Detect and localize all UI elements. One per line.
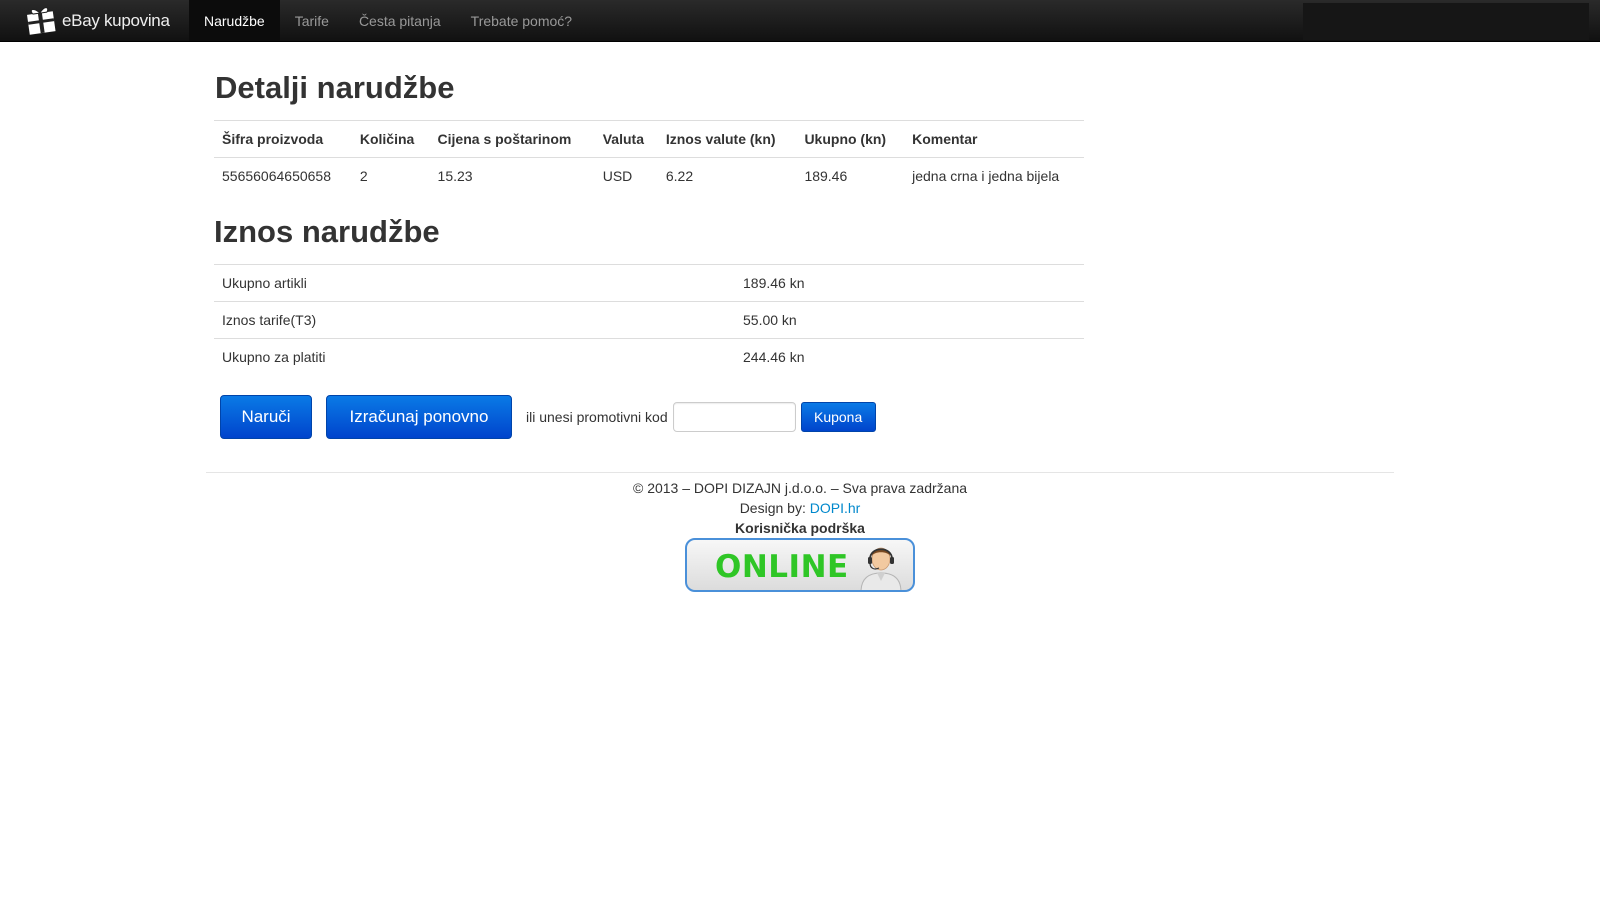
- brand-link[interactable]: eBay kupovina: [24, 4, 170, 38]
- nav-item-tarife[interactable]: Tarife: [280, 0, 344, 41]
- table-row: 55656064650658 2 15.23 USD 6.22 189.46 j…: [214, 157, 1084, 195]
- promo-code-input[interactable]: [672, 402, 796, 432]
- online-support-badge[interactable]: ONLINE: [685, 538, 915, 592]
- support-title: Korisnička podrška: [735, 520, 865, 536]
- col-header-price-shipping: Cijena s poštarinom: [429, 120, 595, 158]
- top-navbar: eBay kupovina Narudžbe Tarife Česta pita…: [0, 0, 1600, 42]
- gift-box-icon: [27, 7, 56, 35]
- amount-label-grand-total: Ukupno za platiti: [214, 338, 735, 376]
- cell-currency: USD: [594, 157, 658, 195]
- main-nav: Narudžbe Tarife Česta pitanja Trebate po…: [189, 0, 587, 41]
- order-amount-heading: Iznos narudžbe: [214, 214, 440, 249]
- cell-total: 189.46: [796, 157, 905, 195]
- table-row: Iznos tarife(T3) 55.00 kn: [214, 301, 1084, 339]
- order-details-table: Šifra proizvoda Količina Cijena s poštar…: [214, 120, 1084, 195]
- nav-item-trebate-pomoc[interactable]: Trebate pomoć?: [456, 0, 587, 41]
- promo-code-label: ili unesi promotivni kod: [526, 409, 668, 425]
- cell-price-shipping: 15.23: [429, 157, 595, 195]
- nav-item-cesta-pitanja[interactable]: Česta pitanja: [344, 0, 456, 41]
- col-header-currency: Valuta: [594, 120, 658, 158]
- footer-copyright: © 2013 – DOPI DIZAJN j.d.o.o. – Sva prav…: [632, 480, 968, 496]
- cell-product-code: 55656064650658: [214, 157, 352, 195]
- col-header-quantity: Količina: [351, 120, 430, 158]
- cell-comment: jedna crna i jedna bijela: [904, 157, 1084, 195]
- order-details-heading: Detalji narudžbe: [215, 70, 455, 105]
- amount-label-items-total: Ukupno artikli: [214, 264, 735, 302]
- design-credit-prefix: Design by:: [739, 500, 810, 516]
- amount-label-tariff: Iznos tarife(T3): [214, 301, 735, 339]
- col-header-product-code: Šifra proizvoda: [214, 120, 352, 158]
- cell-currency-amount: 6.22: [657, 157, 797, 195]
- col-header-total: Ukupno (kn): [796, 120, 905, 158]
- amount-value-grand-total: 244.46 kn: [735, 338, 1084, 376]
- order-button[interactable]: Naruči: [220, 395, 312, 439]
- online-status-label: ONLINE: [715, 549, 849, 585]
- amount-value-items-total: 189.46 kn: [735, 264, 1084, 302]
- order-actions: Naruči Izračunaj ponovno ili unesi promo…: [220, 395, 876, 439]
- coupon-button[interactable]: Kupona: [800, 402, 876, 432]
- footer-divider: [206, 472, 1394, 473]
- nav-item-narudzbe[interactable]: Narudžbe: [189, 0, 280, 41]
- support-agent-icon: [860, 547, 902, 590]
- design-credit-link[interactable]: DOPI.hr: [810, 500, 861, 516]
- col-header-currency-amount: Iznos valute (kn): [657, 120, 797, 158]
- navbar-right-panel: [1303, 3, 1589, 40]
- amount-value-tariff: 55.00 kn: [735, 301, 1084, 339]
- table-row: Ukupno za platiti 244.46 kn: [214, 338, 1084, 376]
- footer-design-credit: Design by: DOPI.hr: [0, 498, 1600, 518]
- cell-quantity: 2: [351, 157, 430, 195]
- recalculate-button[interactable]: Izračunaj ponovno: [326, 395, 512, 439]
- order-amount-table: Ukupno artikli 189.46 kn Iznos tarife(T3…: [214, 264, 1084, 376]
- col-header-comment: Komentar: [904, 120, 1084, 158]
- table-row: Ukupno artikli 189.46 kn: [214, 264, 1084, 302]
- table-header-row: Šifra proizvoda Količina Cijena s poštar…: [214, 120, 1084, 158]
- footer: © 2013 – DOPI DIZAJN j.d.o.o. – Sva prav…: [0, 478, 1600, 538]
- brand-text: eBay kupovina: [62, 11, 170, 30]
